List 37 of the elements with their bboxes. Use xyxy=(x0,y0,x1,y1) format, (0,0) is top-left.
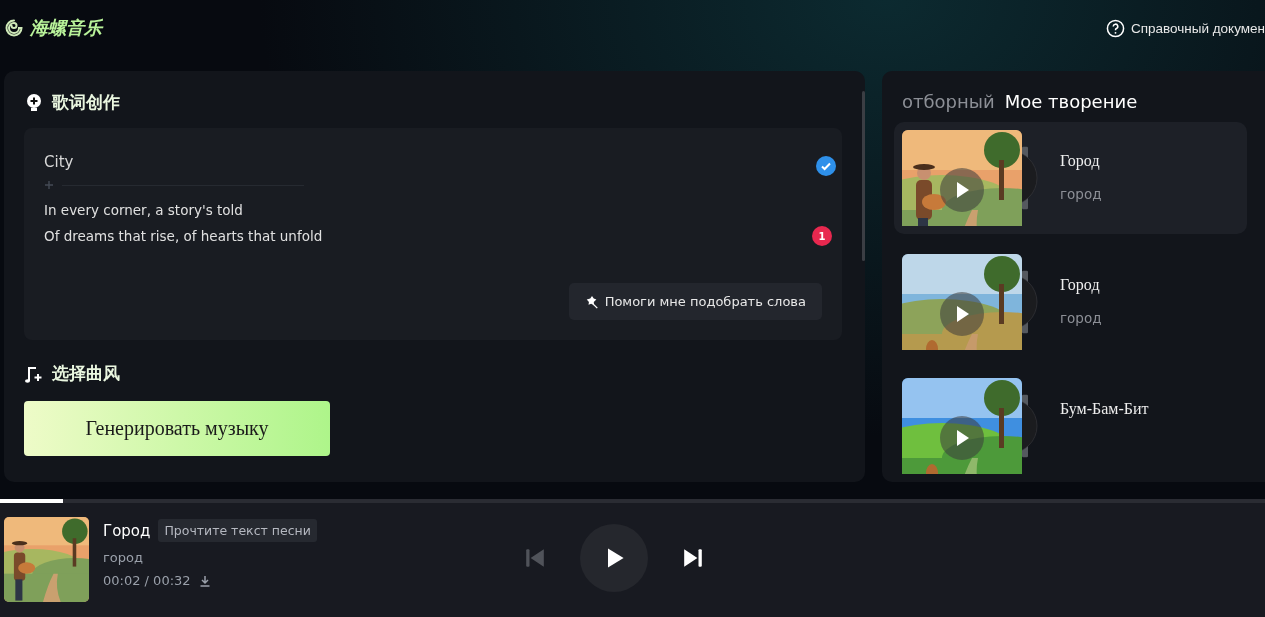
count-badge: 1 xyxy=(812,226,832,246)
song-subtitle: город xyxy=(1060,310,1102,326)
song-title: Город xyxy=(1060,276,1101,294)
play-icon[interactable] xyxy=(940,168,984,212)
play-icon[interactable] xyxy=(940,416,984,460)
lyric-line: In every corner, a story's told xyxy=(44,202,243,218)
track-time: 00:02 / 00:32 xyxy=(103,573,191,588)
song-title: Город xyxy=(1060,152,1101,170)
magic-wand-icon xyxy=(584,294,599,309)
song-card[interactable]: Город город xyxy=(894,246,1247,358)
skip-forward-icon xyxy=(682,546,704,569)
lyric-line: Of dreams that rise, of hearts that unfold xyxy=(44,228,323,244)
lightbulb-icon xyxy=(24,92,44,113)
play-icon[interactable] xyxy=(940,292,984,336)
tab[interactable]: Мое творение xyxy=(1004,91,1138,112)
scrollbar[interactable] xyxy=(862,91,865,261)
snail-shell-icon xyxy=(4,18,24,38)
lyrics-editor[interactable]: City In every corner, a story's told Of dreams that rise, of hearts that unfold 1 Помоги мне подобрать слова xyxy=(24,128,842,340)
help-icon xyxy=(1105,18,1125,38)
section-heading: 歌词创作 xyxy=(52,91,120,114)
song-card[interactable]: Город город xyxy=(894,122,1247,234)
lyrics-title: City xyxy=(44,153,74,171)
track-title: Город xyxy=(103,521,151,540)
generate-button[interactable]: Генерировать музыку xyxy=(24,401,330,456)
track-artist: город xyxy=(103,550,144,565)
song-title: Бум-Бам-Бит xyxy=(1060,400,1149,418)
tab[interactable]: отборный xyxy=(902,91,995,112)
lyrics-button[interactable]: Прочтите текст песни xyxy=(158,519,317,542)
download-icon[interactable] xyxy=(198,574,211,587)
section-heading: 选择曲风 xyxy=(52,362,120,385)
assist-button[interactable]: Помоги мне подобрать слова xyxy=(568,283,822,320)
song-subtitle: город xyxy=(1060,186,1102,202)
song-card[interactable]: Бум-Бам-Бит xyxy=(894,370,1247,482)
app-logo[interactable]: 海螺音乐 xyxy=(30,16,102,40)
skip-back-icon xyxy=(524,546,546,569)
next-button[interactable] xyxy=(682,546,704,569)
help-link[interactable]: Справочный докумен xyxy=(1105,18,1265,38)
